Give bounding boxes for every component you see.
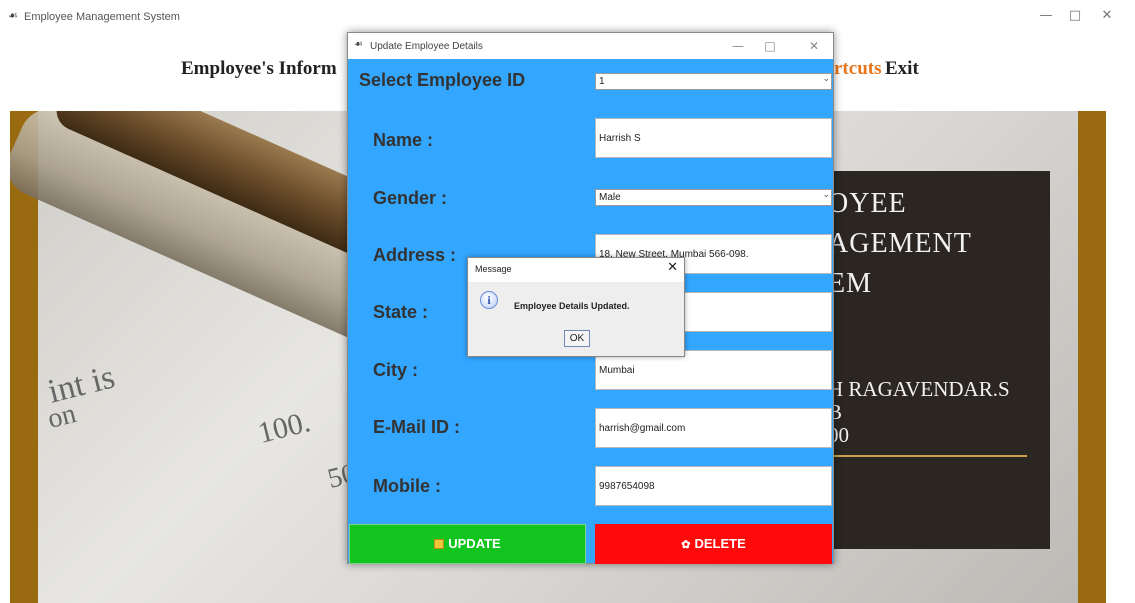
address-label: Address : bbox=[373, 245, 457, 265]
ok-button[interactable]: OK bbox=[564, 330, 590, 347]
dialog-title: Update Employee Details bbox=[370, 41, 483, 52]
employee-id-value: 1 bbox=[599, 76, 605, 87]
delete-button-label: DELETE bbox=[694, 536, 746, 551]
dialog-app-icon: ☙ bbox=[354, 39, 363, 50]
board-heading-line: OYEE bbox=[828, 188, 907, 219]
message-text: Employee Details Updated. bbox=[514, 301, 630, 311]
state-label: State : bbox=[373, 302, 429, 322]
menu-employee-information[interactable]: Employee's Inform bbox=[181, 58, 337, 80]
employee-id-label: Select Employee ID bbox=[359, 70, 526, 90]
mobile-label: Mobile : bbox=[373, 476, 441, 496]
name-label: Name : bbox=[373, 130, 434, 150]
chevron-down-icon: ⌄ bbox=[822, 74, 830, 84]
minimize-button[interactable]: — bbox=[1031, 6, 1061, 26]
info-icon: i bbox=[480, 291, 498, 309]
message-dialog: Message ✕ i Employee Details Updated. OK bbox=[467, 257, 685, 357]
board-heading-line: AGEMENT bbox=[828, 228, 972, 259]
dialog-maximize-button[interactable]: □ bbox=[757, 36, 783, 56]
email-field[interactable]: harrish@gmail.com bbox=[595, 408, 832, 448]
close-button[interactable]: ✕ bbox=[1092, 6, 1122, 26]
chevron-down-icon: ⌄ bbox=[822, 190, 830, 200]
mobile-field[interactable]: 9987654098 bbox=[595, 466, 832, 506]
dialog-minimize-button[interactable]: — bbox=[725, 36, 751, 56]
employee-id-select[interactable]: 1 ⌄ bbox=[595, 73, 832, 90]
message-title: Message bbox=[475, 264, 512, 274]
dialog-close-button[interactable]: ✕ bbox=[801, 36, 827, 56]
photo-number: 100. bbox=[254, 405, 314, 450]
dialog-titlebar: ☙ Update Employee Details — □ ✕ bbox=[348, 33, 833, 59]
message-close-button[interactable]: ✕ bbox=[667, 260, 678, 275]
board-divider bbox=[822, 455, 1027, 457]
main-titlebar: ☙ Employee Management System — □ ✕ bbox=[0, 0, 1135, 36]
edit-icon bbox=[434, 539, 445, 549]
gender-label: Gender : bbox=[373, 188, 448, 208]
gender-select[interactable]: Male ⌄ bbox=[595, 189, 832, 206]
message-titlebar: Message ✕ bbox=[468, 258, 684, 282]
board-detail-line: H RAGAVENDAR.S bbox=[828, 377, 1010, 401]
city-label: City : bbox=[373, 360, 418, 380]
email-label: E-Mail ID : bbox=[373, 417, 461, 437]
app-icon: ☙ bbox=[8, 10, 18, 22]
update-button[interactable]: UPDATE bbox=[349, 524, 586, 564]
board-heading-line: EM bbox=[828, 268, 872, 299]
app-title: Employee Management System bbox=[24, 11, 180, 23]
delete-icon: ✿ bbox=[681, 539, 691, 551]
menu-shortcuts[interactable]: rtcuts bbox=[834, 58, 881, 80]
maximize-button[interactable]: □ bbox=[1060, 6, 1090, 26]
menu-exit[interactable]: Exit bbox=[885, 58, 919, 80]
update-button-label: UPDATE bbox=[448, 536, 501, 551]
name-field[interactable]: Harrish S bbox=[595, 118, 832, 158]
gender-value: Male bbox=[599, 192, 621, 203]
delete-button[interactable]: ✿ DELETE bbox=[595, 524, 832, 564]
